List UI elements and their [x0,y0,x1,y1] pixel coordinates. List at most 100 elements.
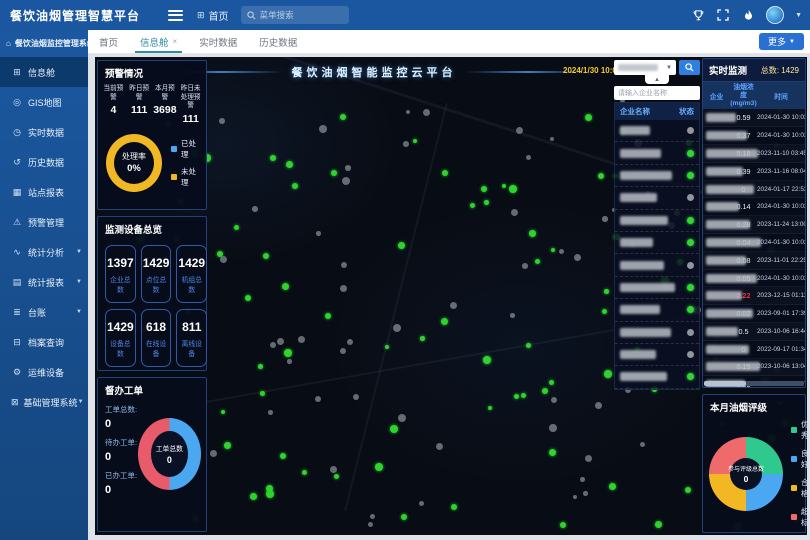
map-pin-offline[interactable] [341,262,347,268]
map-pin-online[interactable] [529,230,536,237]
map-pin-online[interactable] [451,504,457,510]
map-pin-online[interactable] [551,248,555,252]
map-pin-offline[interactable] [510,313,515,318]
map-pin-offline[interactable] [551,397,557,403]
sidebar-item[interactable]: ▤ 统计报表 ▼ [0,267,88,297]
map-pin-offline[interactable] [436,443,443,450]
map-pin-online[interactable] [413,139,417,143]
region-select[interactable]: ▼ [614,60,676,75]
map-pin-offline[interactable] [511,209,518,216]
stat-tile[interactable]: 1397 企业总数 [105,245,136,303]
realtime-row[interactable]: 0.18 2023-11-10 03:45:00 [703,145,805,163]
more-button[interactable]: 更多 ▼ [759,33,804,50]
map-pin-offline[interactable] [370,514,375,519]
realtime-row[interactable]: 0 2024-01-17 22:53:00 [703,181,805,199]
map-pin-online[interactable] [509,185,517,193]
map-pin-online[interactable] [441,318,448,325]
realtime-row[interactable]: 0.08 2023-11-01 22:25:00 [703,252,805,270]
company-row[interactable] [615,165,699,187]
map-pin-online[interactable] [420,336,425,341]
map-pin-offline[interactable] [423,109,430,116]
content-tab[interactable]: 信息舱 × [129,30,188,53]
map-pin-offline[interactable] [406,110,410,114]
map-pin-online[interactable] [325,313,331,319]
sidebar-item[interactable]: ▦ 站点报表 ▼ [0,177,88,207]
map-pin-online[interactable] [217,251,223,257]
map-pin-online[interactable] [331,170,337,176]
collapse-handle[interactable]: ▲ [645,75,669,84]
map-pin-offline[interactable] [602,216,608,222]
map-pin-online[interactable] [258,364,263,369]
map-pin-online[interactable] [334,474,339,479]
map-pin-online[interactable] [234,225,239,230]
map-pin-online[interactable] [385,345,389,349]
map-pin-online[interactable] [484,200,489,205]
map-pin-online[interactable] [521,393,526,398]
company-row[interactable] [615,120,699,142]
company-row[interactable] [615,366,699,388]
map-pin-online[interactable] [598,173,604,179]
sidebar-item[interactable]: ↺ 历史数据 ▼ [0,147,88,177]
map-pin-online[interactable] [602,309,607,314]
map-pin-online[interactable] [224,442,231,449]
stat-tile[interactable]: 618 在线设备 [141,309,172,367]
sidebar-item[interactable]: ◷ 实时数据 ▼ [0,117,88,147]
content-tab[interactable]: 历史数据 × [248,30,308,53]
map-pin-online[interactable] [284,349,292,357]
menu-search-input[interactable]: 菜单搜索 [241,6,349,24]
map-pin-online[interactable] [502,184,506,188]
map-pin-online[interactable] [263,253,269,259]
company-row[interactable] [615,299,699,321]
chevron-down-icon[interactable]: ▼ [795,12,802,19]
flame-icon[interactable] [741,8,755,22]
company-row[interactable] [615,142,699,164]
map-pin-online[interactable] [401,514,407,520]
map-pin-online[interactable] [685,487,691,493]
map-pin-online[interactable] [282,283,289,290]
home-tab-chip[interactable]: ⊞ 首页 [197,8,229,23]
sidebar-item[interactable]: ⊞ 信息舱 ▼ [0,57,88,87]
map-pin-online[interactable] [250,493,257,500]
sidebar-item[interactable]: ⚙ 运维设备 ▼ [0,357,88,387]
company-row[interactable] [615,232,699,254]
map-pin-offline[interactable] [345,165,351,171]
hamburger-menu-icon[interactable] [168,10,183,21]
sidebar-item[interactable]: ◎ GIS地图 ▼ [0,87,88,117]
horizontal-scrollbar[interactable] [704,381,804,386]
close-icon[interactable]: × [173,37,178,46]
map-pin-online[interactable] [655,521,662,528]
stat-tile[interactable]: 1429 机组总数 [176,245,207,303]
map-pin-offline[interactable] [550,137,554,141]
company-row[interactable] [615,254,699,276]
map-pin-offline[interactable] [526,155,531,160]
map-pin-online[interactable] [390,425,398,433]
realtime-row[interactable]: 0.28 2023-11-24 13:00:00 [703,216,805,234]
map-pin-offline[interactable] [368,522,373,527]
map-pin-online[interactable] [340,114,346,120]
map-pin-online[interactable] [221,410,225,414]
map-pin-offline[interactable] [342,177,350,185]
map-pin-offline[interactable] [340,285,347,292]
map-pin-offline[interactable] [287,359,292,364]
stat-tile[interactable]: 1429 点位总数 [141,245,172,303]
map-pin-online[interactable] [442,170,448,176]
sidebar-item[interactable]: ⊠ 基础管理系统 ▼ [0,387,88,417]
map-pin-online[interactable] [604,289,609,294]
map-pin-online[interactable] [585,114,592,121]
company-name-input[interactable]: 请输入企业名称 [614,86,700,100]
map-pin-online[interactable] [560,522,566,528]
realtime-row[interactable]: 0.19 2023-10-06 13:04:00 [703,359,805,377]
content-tab[interactable]: 首页 × [88,30,129,53]
map-pin-online[interactable] [302,470,307,475]
company-row[interactable] [615,277,699,299]
map-pin-offline[interactable] [583,491,588,496]
company-row[interactable] [615,322,699,344]
sidebar-item[interactable]: ∿ 统计分析 ▼ [0,237,88,267]
map-pin-online[interactable] [375,463,383,471]
map-pin-offline[interactable] [353,394,359,400]
map-pin-online[interactable] [542,388,548,394]
map-pin-offline[interactable] [595,402,602,409]
map-pin-offline[interactable] [398,414,406,422]
map-pin-online[interactable] [292,183,298,189]
map-pin-offline[interactable] [522,263,528,269]
